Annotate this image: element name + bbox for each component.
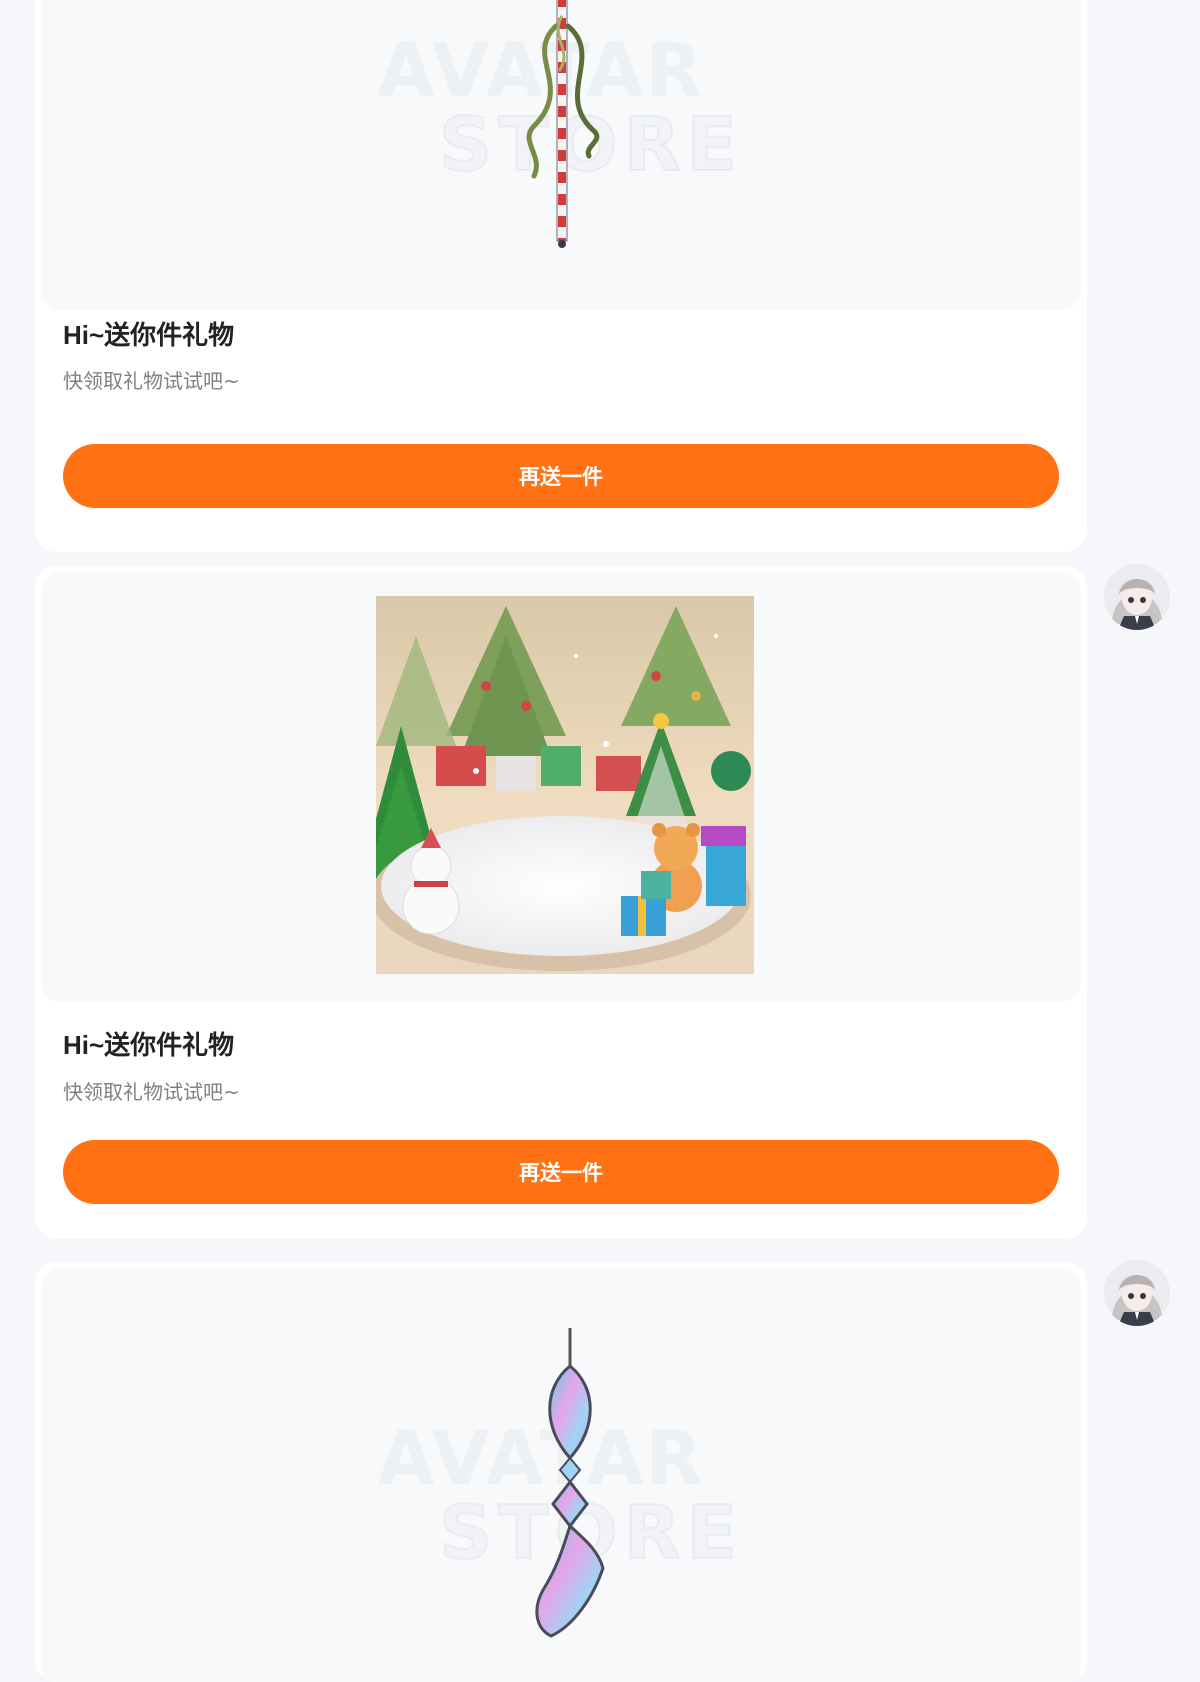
send-another-button[interactable]: 再送一件	[63, 1140, 1059, 1204]
send-another-button[interactable]: 再送一件	[63, 444, 1059, 508]
gift-message-card: Hi~送你件礼物 快领取礼物试试吧~ 再送一件	[35, 566, 1087, 1239]
gift-image-area[interactable]: AVATAR STORE	[41, 0, 1081, 310]
gift-subtitle: 快领取礼物试试吧~	[63, 369, 240, 393]
gift-message-card: AVATAR STORE	[35, 1262, 1087, 1682]
christmas-scene-image	[376, 596, 754, 974]
user-avatar[interactable]	[1104, 1260, 1170, 1326]
gift-image-area[interactable]	[41, 572, 1081, 1002]
ribbon-pendant-image	[526, 0, 600, 248]
anime-girl-avatar-icon	[1104, 1260, 1170, 1326]
gift-subtitle: 快领取礼物试试吧~	[63, 1080, 240, 1104]
gift-title: Hi~送你件礼物	[63, 1030, 235, 1060]
crystal-pendant-image	[535, 1328, 605, 1638]
gift-title: Hi~送你件礼物	[63, 320, 235, 350]
gift-message-card: AVATAR STORE Hi~送你件礼物 快领取礼物试试吧~ 再送一件	[35, 0, 1087, 552]
user-avatar[interactable]	[1104, 564, 1170, 630]
gift-image-area[interactable]: AVATAR STORE	[41, 1268, 1081, 1682]
anime-girl-avatar-icon	[1104, 564, 1170, 630]
